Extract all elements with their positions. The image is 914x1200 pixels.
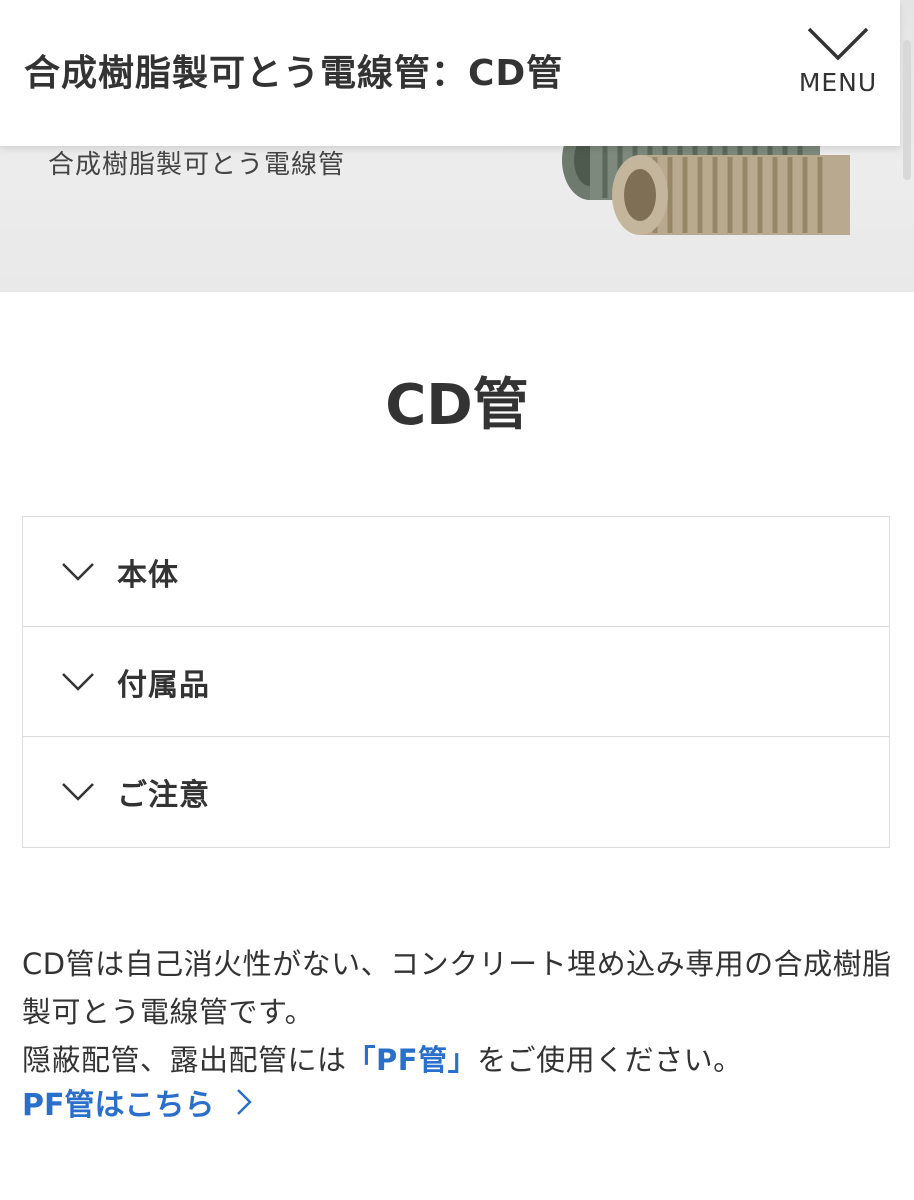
accordion: 本体 付属品 ご注意 (22, 516, 890, 848)
description-note: 隠蔽配管、露出配管には「PF管」をご使用ください。 (22, 1036, 902, 1084)
accordion-label: ご注意 (117, 778, 210, 813)
pf-inline-link[interactable]: 「PF管」 (347, 1043, 478, 1077)
pf-link-label: PF管はこちら (22, 1088, 215, 1123)
pf-pipe-link[interactable]: PF管はこちら (22, 1080, 253, 1124)
site-header: 合成樹脂製可とう電線管：CD管 MENU (0, 0, 900, 146)
chevron-down-icon (62, 672, 94, 691)
accordion-label: 本体 (117, 557, 179, 593)
scrollbar[interactable] (903, 40, 911, 180)
hero-caption: 合成樹脂製可とう電線管 (48, 150, 346, 180)
chevron-down-icon (807, 27, 869, 61)
accordion-item-caution[interactable]: ご注意 (23, 737, 889, 847)
header-title: 合成樹脂製可とう電線管：CD管 (24, 53, 564, 94)
note-suffix: をご使用ください。 (477, 1043, 743, 1077)
accordion-item-accessories[interactable]: 付属品 (23, 627, 889, 737)
note-prefix: 隠蔽配管、露出配管には (22, 1043, 347, 1077)
description: CD管は自己消火性がない、コンクリート埋め込み専用の合成樹脂製可とう電線管です。… (22, 940, 902, 1084)
chevron-down-icon (62, 562, 94, 581)
chevron-down-icon (62, 783, 94, 801)
page-title: CD管 (385, 373, 529, 438)
accordion-label: 付属品 (117, 667, 210, 703)
menu-label: MENU (798, 68, 878, 97)
description-text: CD管は自己消火性がない、コンクリート埋め込み専用の合成樹脂製可とう電線管です。 (22, 947, 892, 1029)
accordion-item-body[interactable]: 本体 (23, 517, 889, 627)
menu-button[interactable]: MENU (792, 22, 884, 122)
chevron-right-icon (237, 1089, 253, 1115)
